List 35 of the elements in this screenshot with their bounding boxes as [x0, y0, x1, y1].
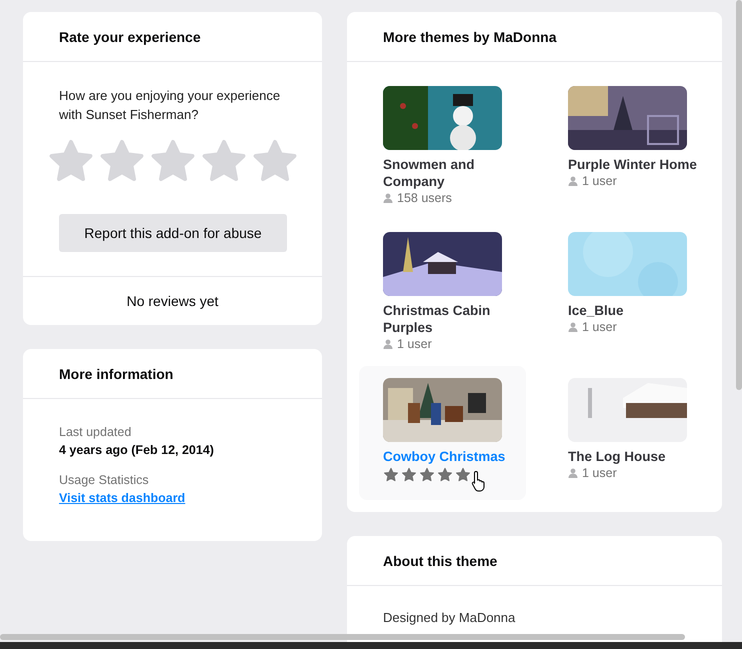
card-title: Rate your experience [59, 28, 201, 44]
stats-link[interactable]: Visit stats dashboard [59, 491, 186, 505]
theme-name[interactable]: The Log House [568, 448, 666, 465]
field-label: Last updated [59, 424, 132, 441]
horizontal-scrollbar[interactable] [0, 634, 685, 640]
star-icon [437, 467, 453, 483]
theme-name[interactable]: Ice_Blue [568, 302, 624, 319]
about-text: Designed by MaDonna [383, 610, 516, 625]
star-icon [401, 467, 417, 483]
user-icon [383, 193, 393, 203]
star-icon [455, 467, 471, 483]
report-button[interactable]: Report this add-on for abuse [59, 214, 287, 252]
vertical-scrollbar[interactable] [736, 0, 742, 390]
user-count: 1 user [582, 174, 617, 188]
reviews-text: No reviews yet [126, 293, 218, 309]
card-title: More information [59, 366, 174, 382]
theme-name[interactable]: Purple Winter Home [568, 156, 697, 173]
field-label: Usage Statistics [59, 472, 150, 489]
theme-name[interactable]: Christmas Cabin Purples [383, 302, 518, 336]
rating-question: How are you enjoying your experience with Sunset Fisherman? [59, 87, 282, 124]
user-icon [568, 322, 578, 332]
card-title: About this theme [383, 552, 498, 568]
card-title: More themes by MaDonna [383, 28, 556, 44]
user-count: 158 users [397, 191, 452, 205]
field-value: 4 years ago (Feb 12, 2014) [59, 442, 215, 459]
user-count: 1 user [582, 320, 617, 334]
user-icon [383, 339, 393, 349]
user-icon [568, 468, 578, 478]
star-icon [419, 467, 435, 483]
star-icon [383, 467, 399, 483]
user-count: 1 user [582, 466, 617, 480]
user-count: 1 user [397, 337, 432, 351]
user-icon [568, 176, 578, 186]
pointer-hand-icon [471, 470, 487, 492]
theme-name[interactable]: Snowmen and Company [383, 156, 518, 190]
